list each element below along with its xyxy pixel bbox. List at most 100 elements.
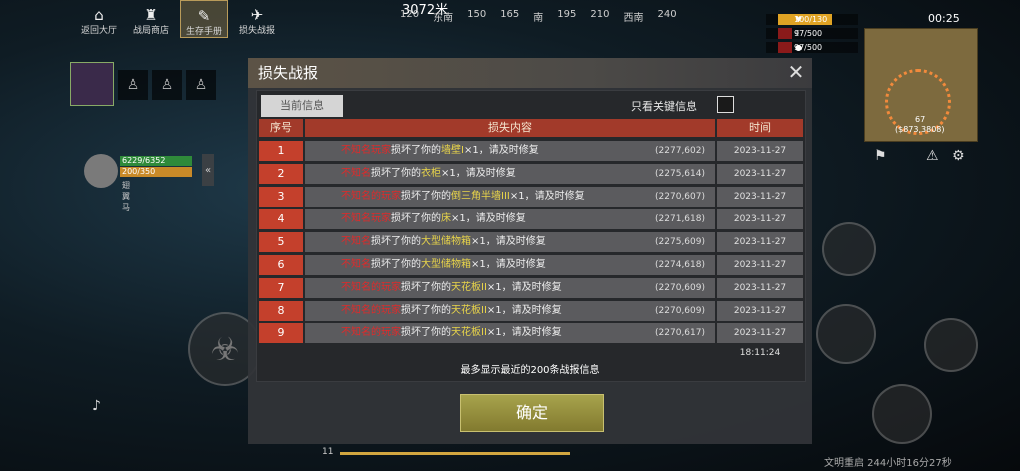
shop-icon: ♜ bbox=[144, 6, 158, 24]
row-time: 2023-11-27 18:15:29 bbox=[717, 232, 803, 267]
row-index: 7 bbox=[259, 277, 303, 298]
prone-icon[interactable] bbox=[924, 318, 978, 372]
tab-current-info[interactable]: 当前信息 bbox=[261, 95, 343, 117]
dialog-title: 损失战报 bbox=[248, 58, 812, 88]
table-row[interactable]: 4 不知名玩家损坏了你的床×1，请及时修复 (2271,618) 2023-11-27… bbox=[259, 209, 803, 244]
table-row[interactable]: 1 不知名玩家损坏了你的墙壁I×1，请及时修复 (2277,602) 2023-11-… bbox=[259, 141, 803, 176]
flag-icon[interactable]: ⚑ bbox=[874, 148, 887, 164]
row-index: 3 bbox=[259, 186, 303, 207]
compass-tick: 210 bbox=[590, 9, 610, 20]
compass-bar: 3072米 120 东南 150 165 南 195 210 西南 240 bbox=[388, 0, 678, 24]
minimap[interactable]: 67 ($873,3808) bbox=[864, 28, 978, 142]
pet-icon[interactable] bbox=[84, 154, 118, 188]
pet-panel: 6229/6352 200/350 翅翼马 bbox=[84, 154, 192, 212]
party-slot-icon[interactable]: ♙ bbox=[152, 70, 182, 100]
manual-icon: ✎ bbox=[197, 7, 211, 25]
repair-text: ×1，请及时修复 bbox=[486, 304, 562, 316]
row-index: 4 bbox=[259, 209, 303, 230]
row-index: 2 bbox=[259, 163, 303, 184]
minimap-coordinates: ($873,3808) bbox=[895, 125, 945, 134]
party-slot-icon[interactable]: ♙ bbox=[118, 70, 148, 100]
row-index: 1 bbox=[259, 141, 303, 161]
whistle-icon[interactable]: ♪ bbox=[92, 398, 101, 414]
compass-ticks: 120 东南 150 165 南 195 210 西南 240 bbox=[400, 9, 677, 24]
top-menu-item[interactable]: ✈ 损失战报 bbox=[234, 0, 280, 36]
action-text: 损坏了你的 bbox=[371, 236, 421, 248]
repair-text: ×1，请及时修复 bbox=[463, 145, 539, 156]
top-menu-label: 返回大厅 bbox=[80, 26, 117, 36]
knife-icon[interactable] bbox=[816, 304, 876, 364]
minimap-level: 67 bbox=[915, 115, 926, 124]
attacker-name: 不知名 bbox=[341, 236, 371, 248]
pet-hp: 6229/6352 bbox=[120, 156, 192, 166]
collapse-panel-button[interactable]: « bbox=[202, 154, 214, 186]
table-row[interactable]: 7 不知名的玩家损坏了你的天花板II×1，请及时修复 (2270,609) 2023-… bbox=[259, 277, 803, 313]
status-bar: ☾ 97/500 bbox=[766, 28, 858, 39]
close-icon[interactable]: ✕ bbox=[786, 62, 806, 82]
row-time: 2023-11-27 18:11:24 bbox=[717, 323, 803, 358]
party-slot-icon[interactable]: ♙ bbox=[186, 70, 216, 100]
table-row[interactable]: 3 不知名的玩家损坏了你的倒三角半墙III×1，请及时修复 (2270,607) 20… bbox=[259, 186, 803, 222]
report-list: 1 不知名玩家损坏了你的墙壁I×1，请及时修复 (2277,602) 2023-11-… bbox=[259, 141, 803, 358]
key-info-filter-label: 只看关键信息 bbox=[631, 100, 697, 113]
table-row[interactable]: 9 不知名的玩家损坏了你的天花板II×1，请及时修复 (2270,617) 2023-… bbox=[259, 323, 803, 358]
confirm-button[interactable]: 确定 bbox=[460, 394, 604, 432]
top-menu-label: 生存手册 bbox=[185, 27, 222, 37]
repair-text: ×1，请及时修复 bbox=[441, 167, 516, 179]
key-info-checkbox[interactable] bbox=[717, 96, 734, 113]
top-menu-item[interactable]: ⌂ 返回大厅 bbox=[76, 0, 122, 36]
damaged-item: 倒三角半墙III bbox=[451, 190, 510, 202]
warning-icon[interactable]: ⚠ bbox=[926, 148, 939, 164]
table-row[interactable]: 6 不知名损坏了你的大型储物箱×1，请及时修复 (2274,618) 2023-11-… bbox=[259, 254, 803, 290]
top-menu-label: 损失战报 bbox=[238, 26, 275, 36]
position-coords: (2275,609) bbox=[655, 237, 705, 248]
home-icon: ⌂ bbox=[94, 6, 104, 24]
attacker-name: 不知名玩家 bbox=[341, 213, 391, 225]
attacker-name: 不知名的玩家 bbox=[341, 190, 401, 202]
damaged-item: 大型储物箱 bbox=[421, 236, 471, 248]
status-value: 97/500 bbox=[794, 29, 823, 38]
position-coords: (2270,607) bbox=[655, 191, 705, 202]
action-text: 损坏了你的 bbox=[391, 213, 441, 225]
row-content: 不知名的玩家损坏了你的天花板II×1，请及时修复 (2270,617) bbox=[305, 323, 715, 344]
party-panel: ♙ ♙ ♙ bbox=[70, 62, 216, 106]
row-content: 不知名玩家损坏了你的床×1，请及时修复 (2271,618) bbox=[305, 209, 715, 230]
row-content: 不知名的玩家损坏了你的天花板II×1，请及时修复 (2270,609) bbox=[305, 300, 715, 321]
header-index: 序号 bbox=[259, 119, 303, 137]
crouch-button[interactable] bbox=[822, 222, 876, 276]
damaged-item: 天花板II bbox=[451, 281, 487, 293]
table-row[interactable]: 8 不知名的玩家损坏了你的天花板II×1，请及时修复 (2270,609) 2023-… bbox=[259, 300, 803, 336]
top-menu-item[interactable]: ✎ 生存手册 bbox=[180, 0, 228, 38]
row-time: 2023-11-27 18:21:54 bbox=[717, 186, 803, 222]
attacker-name: 不知名 bbox=[341, 167, 371, 179]
compass-tick: 195 bbox=[557, 9, 577, 20]
row-content: 不知名损坏了你的大型储物箱×1，请及时修复 (2274,618) bbox=[305, 254, 715, 275]
action-text: 损坏了你的 bbox=[401, 304, 451, 316]
gear-icon[interactable]: ⚙ bbox=[952, 148, 965, 164]
pet-stamina: 200/350 bbox=[120, 167, 192, 177]
max-records-hint: 最多显示最近的200条战报信息 bbox=[460, 365, 600, 376]
action-text: 损坏了你的 bbox=[371, 167, 421, 179]
action-text: 损坏了你的 bbox=[401, 281, 451, 293]
row-content: 不知名损坏了你的衣柜×1，请及时修复 (2275,614) bbox=[305, 163, 715, 184]
row-time: 2023-11-27 18:11:24 bbox=[717, 277, 803, 313]
table-row[interactable]: 5 不知名损坏了你的大型储物箱×1，请及时修复 (2275,609) 2023-11-… bbox=[259, 232, 803, 267]
player-status: ♥ 100/130 ☾ 97/500 ● 97/500 bbox=[766, 14, 858, 56]
row-time: 2023-11-27 18:11:24 bbox=[717, 300, 803, 336]
compass-tick: 西南 bbox=[623, 13, 644, 24]
repair-text: ×1，请及时修复 bbox=[486, 281, 562, 293]
repair-text: ×1，请及时修复 bbox=[471, 236, 546, 248]
table-row[interactable]: 2 不知名损坏了你的衣柜×1，请及时修复 (2275,614) 2023-11-27 … bbox=[259, 163, 803, 199]
position-coords: (2275,614) bbox=[655, 168, 705, 179]
status-bar: ♥ 100/130 bbox=[766, 14, 858, 25]
kneel-icon[interactable] bbox=[872, 384, 932, 444]
player-avatar[interactable] bbox=[70, 62, 114, 106]
row-time: 2023-11-27 18:30:54 bbox=[717, 163, 803, 199]
playtime: 文明重启 244小时16分27秒 bbox=[824, 458, 952, 469]
compass-tick: 南 bbox=[533, 13, 544, 24]
top-menu-item[interactable]: ♜ 战局商店 bbox=[128, 0, 174, 36]
damaged-item: 天花板II bbox=[451, 327, 487, 339]
position-coords: (2270,609) bbox=[655, 305, 705, 316]
action-text: 损坏了你的 bbox=[391, 145, 441, 156]
row-index: 5 bbox=[259, 232, 303, 253]
